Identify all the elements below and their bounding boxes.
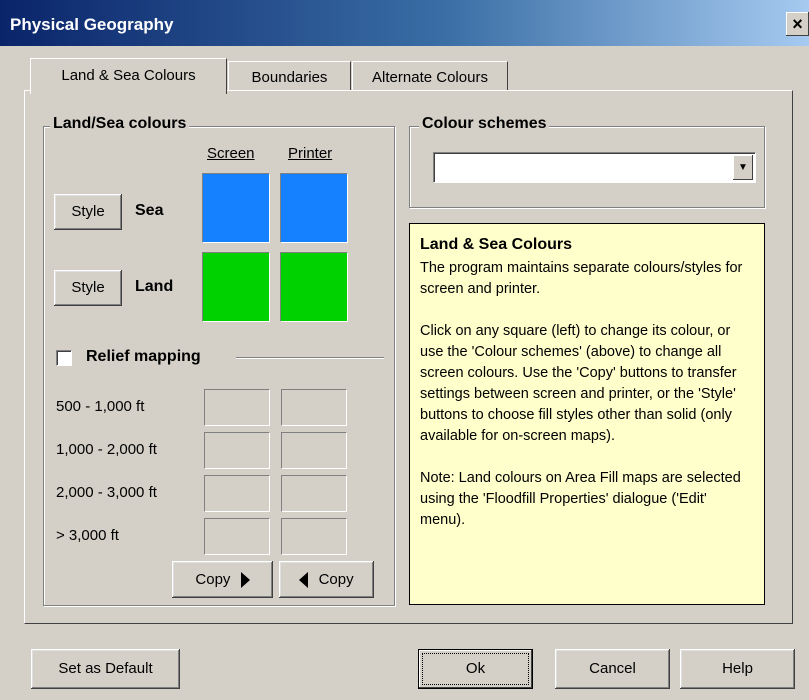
arrow-left-icon [299, 572, 309, 589]
style-label: Style [71, 279, 105, 296]
colour-schemes-select[interactable]: ▼ [433, 152, 756, 183]
relief-band-3-screen-swatch[interactable] [204, 475, 270, 512]
sea-style-button[interactable]: Style [54, 194, 122, 230]
help-paragraph: Click on any square (left) to change its… [420, 323, 737, 444]
set-as-default-label: Set as Default [58, 660, 153, 677]
ok-button[interactable]: Ok [418, 649, 533, 689]
style-label: Style [71, 203, 105, 220]
help-title: Land & Sea Colours [420, 236, 573, 253]
active-tab-join [31, 89, 226, 92]
relief-band-4-screen-swatch[interactable] [204, 518, 270, 555]
land-printer-swatch[interactable] [280, 252, 348, 322]
colour-schemes-legend: Colour schemes [419, 115, 550, 133]
tab-label: Boundaries [251, 69, 328, 86]
relief-band-2-printer-swatch[interactable] [281, 432, 347, 469]
relief-band-1-screen-swatch[interactable] [204, 389, 270, 426]
help-button[interactable]: Help [680, 649, 795, 689]
sea-printer-swatch[interactable] [280, 173, 348, 243]
close-button[interactable]: × [786, 12, 809, 36]
copy-label: Copy [318, 571, 354, 588]
tab-alternate-colours[interactable]: Alternate Colours [352, 61, 508, 92]
tab-label: Land & Sea Colours [61, 67, 196, 84]
copy-label: Copy [195, 571, 231, 588]
help-paragraph: The program maintains separate colours/s… [420, 260, 743, 297]
relief-band-label: > 3,000 ft [56, 527, 119, 544]
relief-mapping-checkbox[interactable] [56, 350, 72, 366]
copy-to-screen-button[interactable]: Copy [279, 561, 374, 598]
window-title: Physical Geography [10, 15, 174, 34]
set-as-default-button[interactable]: Set as Default [31, 649, 180, 689]
relief-divider [236, 357, 384, 359]
help-paragraph: Note: Land colours on Area Fill maps are… [420, 470, 741, 528]
cancel-label: Cancel [589, 660, 636, 677]
help-label: Help [722, 660, 753, 677]
tab-boundaries[interactable]: Boundaries [228, 61, 351, 92]
relief-band-1-printer-swatch[interactable] [281, 389, 347, 426]
close-icon: × [792, 14, 803, 34]
chevron-down-icon[interactable]: ▼ [733, 155, 753, 180]
land-style-button[interactable]: Style [54, 270, 122, 306]
relief-band-4-printer-swatch[interactable] [281, 518, 347, 555]
relief-band-2-screen-swatch[interactable] [204, 432, 270, 469]
relief-band-label: 1,000 - 2,000 ft [56, 441, 157, 458]
screen-column-header: Screen [207, 145, 255, 162]
sea-screen-swatch[interactable] [202, 173, 270, 243]
land-sea-legend: Land/Sea colours [50, 115, 190, 133]
relief-mapping-label: Relief mapping [86, 348, 201, 365]
relief-band-label: 500 - 1,000 ft [56, 398, 145, 415]
tab-label: Alternate Colours [372, 69, 488, 86]
arrow-right-icon [240, 572, 250, 589]
relief-band-label: 2,000 - 3,000 ft [56, 484, 157, 501]
relief-band-3-printer-swatch[interactable] [281, 475, 347, 512]
sea-label: Sea [135, 202, 164, 219]
printer-column-header: Printer [288, 145, 333, 162]
ok-label: Ok [465, 660, 486, 677]
cancel-button[interactable]: Cancel [555, 649, 670, 689]
copy-to-printer-button[interactable]: Copy [172, 561, 273, 598]
help-panel: Land & Sea Colours The program maintains… [409, 223, 765, 605]
land-label: Land [135, 278, 174, 295]
land-screen-swatch[interactable] [202, 252, 270, 322]
